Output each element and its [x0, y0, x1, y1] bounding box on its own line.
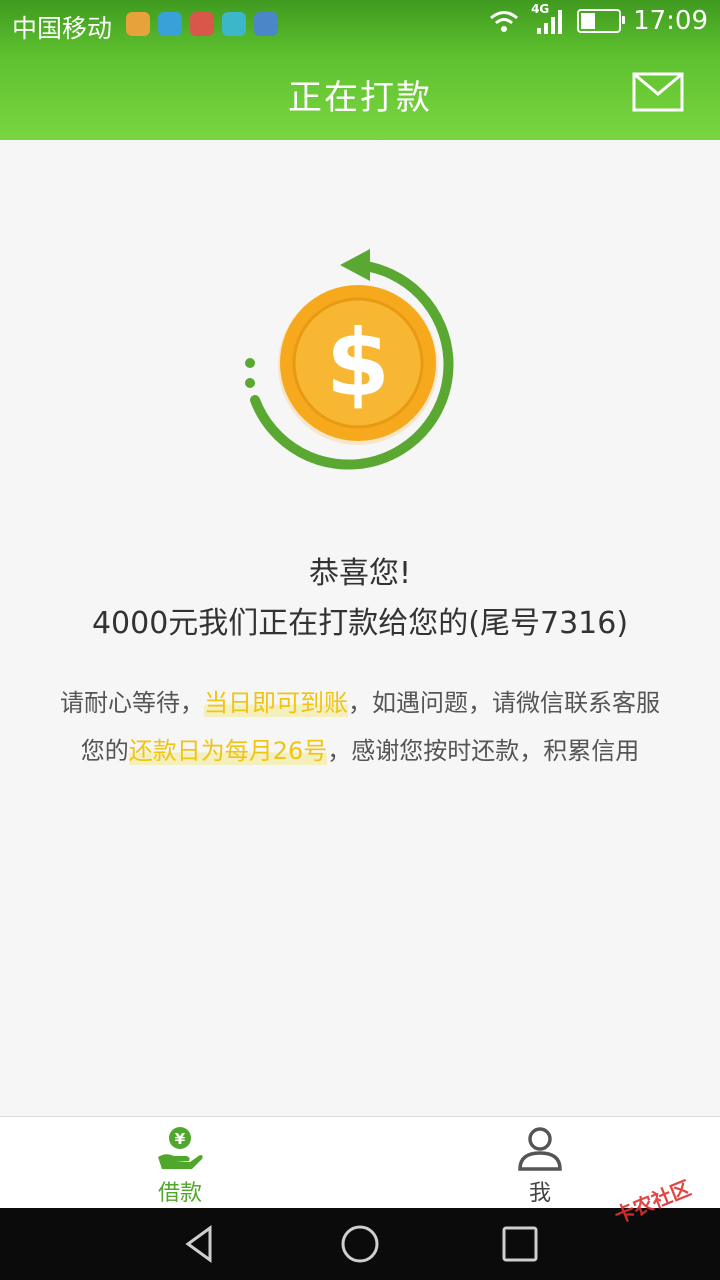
tab-label: 借款	[157, 1181, 202, 1206]
highlight-text: 当日即可到账	[204, 689, 348, 717]
svg-text:$: $	[326, 310, 390, 417]
tab-loan[interactable]: ¥ 借款	[120, 1117, 240, 1209]
app-notification-icon	[158, 12, 182, 36]
notice-text: 请耐心等待，	[60, 689, 204, 717]
notice-text: ，感谢您按时还款，积累信用	[327, 737, 640, 765]
tab-label: 我	[528, 1181, 551, 1206]
signal-icon: 4G	[531, 2, 565, 36]
image-notification-icon	[254, 12, 278, 36]
highlight-text: 还款日为每月26号	[128, 737, 328, 765]
transfer-amount-text: 4000元我们正在打款给您的(尾号7316)	[91, 606, 629, 641]
congrats-heading: 恭喜您!	[308, 556, 412, 591]
mail-notification-icon	[190, 12, 214, 36]
wifi-icon	[490, 11, 519, 32]
home-icon[interactable]	[338, 1222, 382, 1266]
user-icon	[518, 1127, 562, 1171]
loan-yen-icon: ¥	[158, 1127, 203, 1169]
mail-icon	[632, 72, 684, 112]
status-indicators: 4G 17:09	[489, 2, 708, 36]
mail-button[interactable]	[632, 72, 684, 112]
recent-apps-icon[interactable]	[498, 1222, 542, 1266]
back-icon[interactable]	[178, 1222, 222, 1266]
notice-text: 您的	[80, 737, 129, 765]
app-header: 中国移动 4G 17:09 正在打款	[0, 0, 720, 140]
dollar-coin-icon: $	[278, 285, 438, 445]
page-title: 正在打款	[288, 78, 432, 118]
bottom-tab-bar: ¥ 借款 我	[0, 1116, 720, 1209]
app-notification-icon	[126, 12, 150, 36]
battery-icon	[577, 9, 626, 33]
clock: 17:09	[633, 6, 708, 36]
chat-notification-icon	[222, 12, 246, 36]
tab-me[interactable]: 我	[480, 1117, 600, 1209]
notification-icons	[126, 12, 278, 36]
notice-line-2: 您的还款日为每月26号，感谢您按时还款，积累信用	[0, 731, 720, 766]
carrier-label: 中国移动	[12, 14, 113, 43]
notice-text: ，如遇问题，请微信联系客服	[348, 689, 660, 717]
system-navigation-bar	[0, 1208, 720, 1280]
svg-text:¥: ¥	[175, 1130, 186, 1148]
transfer-illustration: $	[245, 249, 454, 470]
status-bar: 中国移动 4G 17:09	[0, 0, 720, 50]
notice-line-1: 请耐心等待，当日即可到账，如遇问题，请微信联系客服	[0, 683, 720, 718]
